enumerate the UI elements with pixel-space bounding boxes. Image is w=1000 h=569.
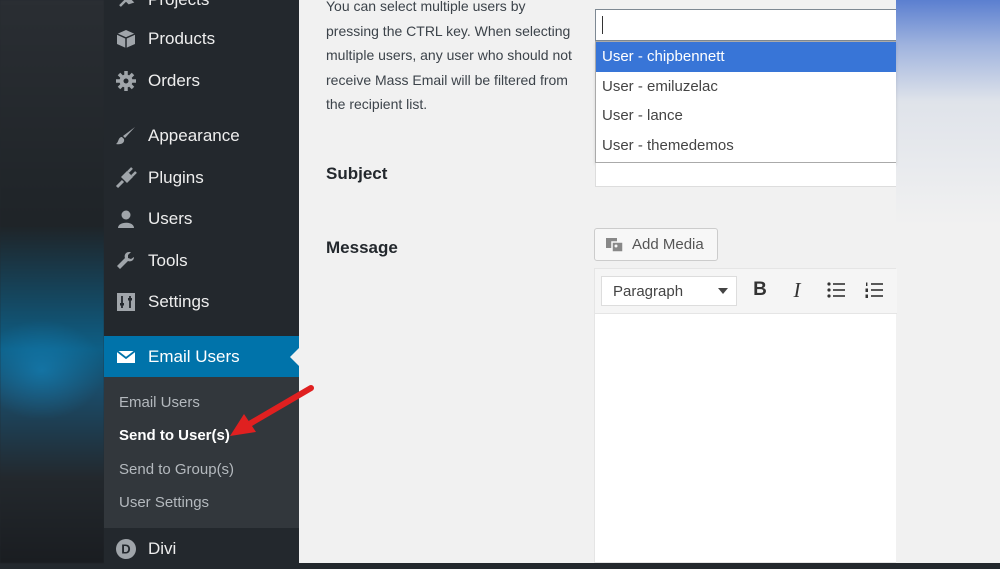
recipients-dropdown: User - chipbennett User - emiluzelac Use… <box>595 41 896 163</box>
sidebar-item-settings[interactable]: Settings <box>104 282 299 322</box>
sidebar-item-label: Appearance <box>148 126 240 145</box>
svg-text:D: D <box>121 542 130 557</box>
italic-button[interactable]: I <box>786 278 808 302</box>
sidebar-item-label: Users <box>148 209 193 228</box>
bulleted-list-icon[interactable] <box>825 279 847 301</box>
subject-label: Subject <box>326 164 388 183</box>
sidebar-item-label: Orders <box>148 71 200 90</box>
sidebar-item-tools[interactable]: Tools <box>104 241 299 281</box>
admin-sidebar: Projects Products Orders Appearance Plug… <box>104 0 299 563</box>
background-blur-right <box>896 0 1000 563</box>
pin-icon <box>115 0 137 11</box>
bold-button[interactable]: B <box>749 279 771 301</box>
sidebar-item-label: Products <box>148 29 216 48</box>
editor-toolbar: Paragraph B I <box>595 269 897 314</box>
sidebar-item-label: Email Users <box>148 346 240 366</box>
sidebar-item-label: Tools <box>148 251 188 270</box>
plug-icon <box>115 167 137 189</box>
main-content: You can select multiple users by pressin… <box>299 0 897 563</box>
add-media-button[interactable]: Add Media <box>594 228 718 261</box>
sidebar-item-products[interactable]: Products <box>104 19 299 59</box>
message-label: Message <box>326 238 398 257</box>
chevron-down-icon <box>718 288 728 294</box>
sidebar-item-label: Projects <box>148 0 209 10</box>
sidebar-item-appearance[interactable]: Appearance <box>104 116 299 156</box>
media-icon <box>605 235 625 255</box>
format-select[interactable]: Paragraph <box>601 276 737 306</box>
submenu-item-send-to-groups[interactable]: Send to Group(s) <box>119 461 234 478</box>
background-blur-left <box>0 0 104 563</box>
numbered-list-icon[interactable] <box>863 279 885 301</box>
gear-icon <box>115 70 137 92</box>
dropdown-option-themedemos[interactable]: User - themedemos <box>596 131 896 161</box>
subject-input[interactable] <box>595 163 896 187</box>
recipients-search-input[interactable] <box>595 9 896 41</box>
sidebar-item-label: Plugins <box>148 168 204 187</box>
submenu-item-send-to-users[interactable]: Send to User(s) <box>119 427 230 444</box>
box-icon <box>115 28 137 50</box>
sidebar-item-plugins[interactable]: Plugins <box>104 158 299 198</box>
sidebar-item-users[interactable]: Users <box>104 199 299 239</box>
dropdown-option-emiluzelac[interactable]: User - emiluzelac <box>596 72 896 102</box>
envelope-icon <box>115 346 137 368</box>
sliders-icon <box>115 291 137 313</box>
wrench-icon <box>115 250 137 272</box>
sidebar-item-projects[interactable]: Projects <box>104 0 299 20</box>
recipients-help-text: You can select multiple users by pressin… <box>326 0 572 112</box>
add-media-label: Add Media <box>632 236 704 253</box>
dropdown-option-chipbennett[interactable]: User - chipbennett <box>596 42 896 72</box>
sidebar-item-divi[interactable]: D Divi <box>104 529 299 569</box>
sidebar-item-email-users[interactable]: Email Users <box>104 336 299 377</box>
format-select-value: Paragraph <box>613 282 684 300</box>
text-caret <box>602 16 603 34</box>
annotation-arrow-icon <box>230 385 314 436</box>
sidebar-item-orders[interactable]: Orders <box>104 61 299 101</box>
user-icon <box>115 208 137 230</box>
submenu-item-user-settings[interactable]: User Settings <box>119 494 209 511</box>
sidebar-item-label: Settings <box>148 292 210 311</box>
dropdown-option-lance[interactable]: User - lance <box>596 101 896 131</box>
message-editor: Paragraph B I <box>594 268 897 563</box>
divi-logo-icon: D <box>115 538 137 560</box>
submenu-item-email-users[interactable]: Email Users <box>119 394 200 411</box>
sidebar-item-label: Divi <box>148 539 177 558</box>
paintbrush-icon <box>115 125 137 147</box>
